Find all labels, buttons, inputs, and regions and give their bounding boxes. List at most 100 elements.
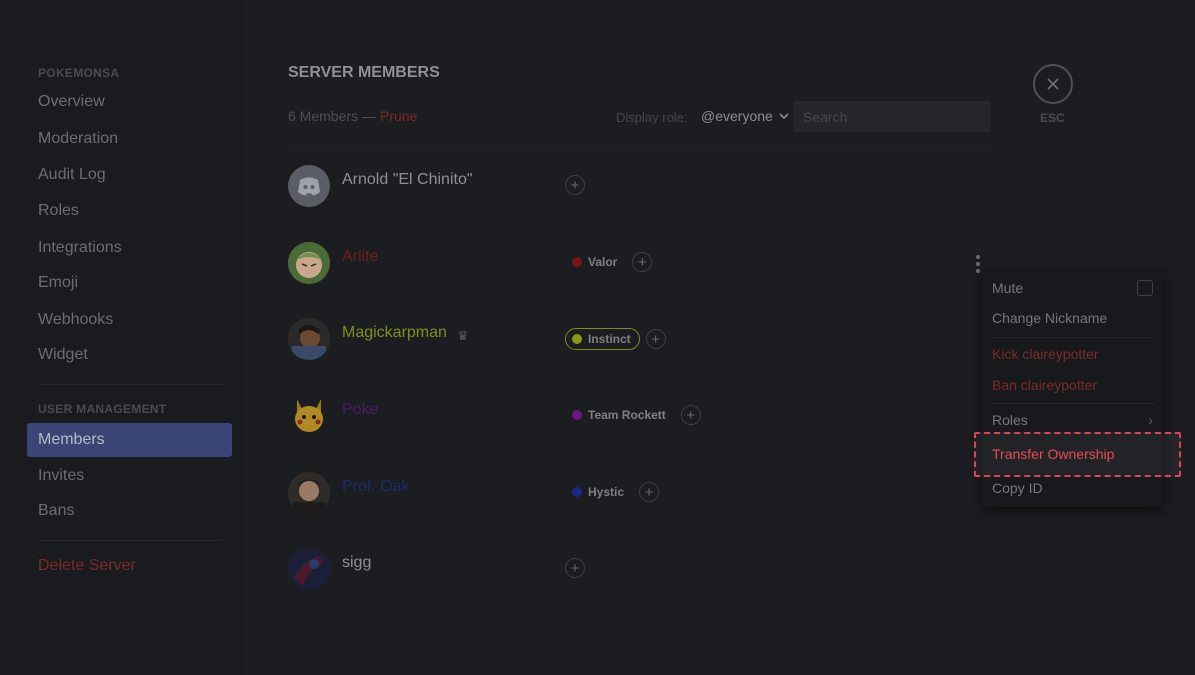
role-color-dot (572, 257, 582, 267)
member-roles: Valor + (565, 251, 653, 273)
header-divider (288, 148, 993, 149)
search-input[interactable] (801, 107, 986, 126)
display-role-label: Display role: (616, 110, 688, 125)
role-pill-valor[interactable]: Valor (565, 251, 626, 273)
menu-item-copy-id[interactable]: Copy ID (982, 473, 1163, 503)
menu-item-label: Copy ID (992, 480, 1043, 496)
role-pill-instinct[interactable]: Instinct (565, 328, 640, 350)
member-roles: + (565, 175, 585, 195)
menu-item-roles[interactable]: Roles › (982, 405, 1163, 435)
avatar[interactable] (288, 472, 330, 514)
spider-avatar-icon (288, 548, 330, 590)
separator-dash: — (362, 108, 377, 124)
role-color-dot (572, 487, 582, 497)
member-name: Arnold "El Chinito" (342, 171, 473, 188)
page-title: SERVER MEMBERS (288, 64, 440, 81)
chevron-right-icon: › (1148, 412, 1153, 428)
avatar[interactable] (288, 548, 330, 590)
member-name: Magickarpman (342, 324, 447, 341)
member-row[interactable]: Prof. Oak Hystic + (288, 472, 993, 542)
member-name: Poke (342, 401, 379, 418)
add-role-button[interactable]: + (565, 175, 585, 195)
photo-avatar-icon (288, 472, 330, 514)
sidebar-item-roles[interactable]: Roles (27, 194, 232, 228)
member-count-text: 6 Members (288, 108, 359, 124)
add-role-button[interactable]: + (639, 482, 660, 502)
mute-checkbox[interactable] (1137, 280, 1153, 296)
member-roles: Instinct + (565, 328, 666, 350)
menu-item-label: Roles (992, 412, 1028, 428)
member-name: Prof. Oak (342, 478, 410, 495)
member-row[interactable]: sigg + (288, 548, 993, 618)
sidebar-item-webhooks[interactable]: Webhooks (27, 303, 232, 337)
sidebar-item-invites[interactable]: Invites (27, 459, 232, 493)
member-row[interactable]: Poke Team Rockett + (288, 395, 993, 465)
display-role-select[interactable]: @everyone (701, 108, 789, 124)
sidebar-item-audit-log[interactable]: Audit Log (27, 158, 232, 192)
add-role-button[interactable]: + (632, 252, 653, 272)
close-icon (1047, 78, 1059, 90)
member-roles: + (565, 558, 585, 578)
member-count: 6 Members — Prune (288, 108, 417, 124)
role-color-dot (572, 334, 582, 344)
crown-icon: ♛ (457, 328, 469, 343)
menu-item-ban[interactable]: Ban claireypotter (982, 370, 1163, 400)
more-dot (976, 269, 980, 273)
user-management-header: USER MANAGEMENT (38, 402, 167, 416)
member-row[interactable]: Arlite Valor + (288, 242, 993, 312)
sidebar-item-members[interactable]: Members (27, 423, 232, 457)
sidebar-item-emoji[interactable]: Emoji (27, 266, 232, 300)
avatar[interactable] (288, 165, 330, 207)
sidebar-item-bans[interactable]: Bans (27, 494, 232, 528)
member-roles: Team Rockett + (565, 404, 701, 426)
role-label: Instinct (588, 332, 631, 346)
menu-separator (990, 403, 1155, 404)
close-button[interactable] (1033, 64, 1073, 104)
add-role-button[interactable]: + (565, 558, 585, 578)
sidebar-item-integrations[interactable]: Integrations (27, 231, 232, 265)
sidebar-item-widget[interactable]: Widget (27, 338, 232, 372)
menu-item-change-nickname[interactable]: Change Nickname (982, 303, 1163, 333)
sidebar-item-overview[interactable]: Overview (27, 85, 232, 119)
photo-avatar-icon (288, 318, 330, 360)
menu-item-label: Kick claireypotter (992, 346, 1099, 362)
more-options-button[interactable] (976, 255, 980, 273)
settings-sidebar: POKEMONSA Overview Moderation Audit Log … (0, 0, 245, 675)
role-color-dot (572, 410, 582, 420)
prune-link[interactable]: Prune (380, 108, 417, 124)
menu-item-label: Ban claireypotter (992, 377, 1098, 393)
pikachu-avatar-icon (295, 399, 323, 432)
display-role-value: @everyone (701, 108, 773, 124)
sidebar-divider (38, 540, 222, 541)
cartoon-avatar-icon (288, 242, 330, 284)
server-name-header: POKEMONSA (38, 66, 120, 80)
menu-item-mute[interactable]: Mute (982, 273, 1163, 303)
sidebar-divider (38, 384, 222, 385)
avatar[interactable] (288, 395, 330, 437)
role-label: Hystic (588, 485, 625, 499)
delete-server-button[interactable]: Delete Server (27, 549, 232, 583)
member-roles: Hystic + (565, 481, 660, 503)
sidebar-item-moderation[interactable]: Moderation (27, 122, 232, 156)
discord-logo-icon (298, 177, 320, 196)
menu-item-kick[interactable]: Kick claireypotter (982, 339, 1163, 369)
add-role-button[interactable]: + (680, 405, 701, 425)
menu-item-label: Mute (992, 280, 1024, 296)
more-dot (976, 262, 980, 266)
add-role-button[interactable]: + (645, 329, 666, 349)
member-name: sigg (342, 554, 372, 571)
more-dot (976, 255, 980, 259)
member-row[interactable]: Arnold "El Chinito" + (288, 165, 993, 235)
avatar[interactable] (288, 318, 330, 360)
transfer-ownership-highlight (974, 432, 1181, 477)
member-row[interactable]: Magickarpman ♛ Instinct + (288, 318, 993, 388)
role-label: Valor (588, 255, 618, 269)
role-label: Team Rockett (588, 408, 666, 422)
role-pill-team-rockett[interactable]: Team Rockett (565, 404, 675, 426)
chevron-down-icon (779, 112, 789, 119)
role-pill-hystic[interactable]: Hystic (565, 481, 633, 503)
avatar[interactable] (288, 242, 330, 284)
menu-item-label: Change Nickname (992, 310, 1108, 326)
menu-separator (990, 337, 1155, 338)
search-box[interactable] (793, 101, 991, 132)
